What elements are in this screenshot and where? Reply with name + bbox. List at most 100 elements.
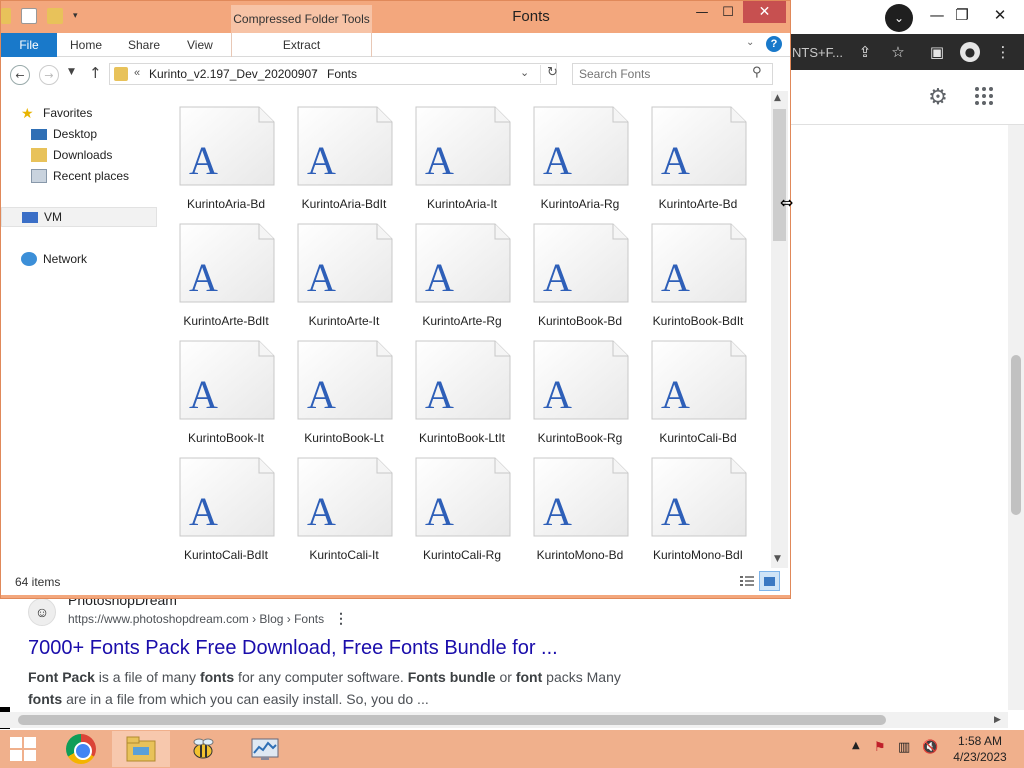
clock[interactable]: 1:58 AM 4/23/2023 bbox=[950, 733, 1010, 765]
result-title-link[interactable]: 7000+ Fonts Pack Free Download, Free Fon… bbox=[28, 637, 558, 660]
breadcrumb-overflow[interactable]: « bbox=[134, 67, 140, 79]
svg-text:A: A bbox=[189, 489, 218, 534]
page-horizontal-scrollbar[interactable]: ▶ bbox=[0, 712, 1008, 728]
large-icons-view-icon[interactable] bbox=[759, 571, 780, 591]
omnibox-text[interactable]: NTS+F... bbox=[792, 45, 843, 60]
file-item[interactable]: A KurintoBook-Lt bbox=[279, 325, 393, 445]
status-bar: 64 items bbox=[1, 568, 790, 595]
arrow-left-icon: ← bbox=[15, 68, 25, 82]
properties-icon[interactable] bbox=[21, 8, 37, 24]
google-header: ⚙ bbox=[790, 70, 1024, 125]
apps-grid-icon[interactable] bbox=[975, 87, 993, 105]
action-center-icon[interactable]: ⚑ bbox=[874, 740, 886, 755]
search-input[interactable] bbox=[579, 66, 747, 82]
file-item[interactable]: A KurintoArte-Bd bbox=[633, 91, 747, 211]
star-icon[interactable]: ☆ bbox=[888, 42, 908, 62]
back-button[interactable]: ← bbox=[10, 65, 30, 85]
forward-button[interactable]: → bbox=[39, 65, 59, 85]
tab-share[interactable]: Share bbox=[128, 33, 160, 57]
tab-view[interactable]: View bbox=[187, 33, 213, 57]
details-view-icon[interactable] bbox=[739, 573, 755, 589]
folder-icon bbox=[114, 67, 128, 81]
scroll-thumb[interactable] bbox=[18, 715, 886, 725]
search-icon[interactable]: ⚲ bbox=[752, 65, 762, 80]
up-button[interactable]: ↑ bbox=[89, 64, 102, 82]
address-bar[interactable]: « Kurinto_v2.197_Dev_20200907 › Fonts ⌄ … bbox=[109, 63, 558, 85]
page-vertical-scrollbar[interactable] bbox=[1008, 125, 1024, 710]
tab-extract[interactable]: Extract bbox=[231, 33, 372, 57]
share-icon[interactable]: ⇪ bbox=[855, 42, 875, 62]
file-item[interactable]: A KurintoArte-BdIt bbox=[161, 208, 275, 328]
network-tray-icon[interactable]: ▥ bbox=[898, 740, 910, 755]
file-item[interactable]: A KurintoMono-BdI bbox=[633, 442, 747, 562]
scroll-up-icon[interactable]: ▲ bbox=[774, 93, 781, 103]
breadcrumb-item-archive[interactable]: Kurinto_v2.197_Dev_20200907 bbox=[149, 67, 318, 81]
search-box[interactable]: ⚲ bbox=[572, 63, 773, 85]
vertical-scrollbar[interactable]: ▲ ▼ bbox=[771, 91, 788, 568]
minimize-button[interactable]: — bbox=[691, 1, 713, 23]
file-item[interactable]: A KurintoBook-LtIt bbox=[397, 325, 511, 445]
file-item[interactable]: A KurintoArte-Rg bbox=[397, 208, 511, 328]
breadcrumb-separator-icon[interactable]: › bbox=[313, 66, 317, 77]
snippet-text: is a file of many bbox=[94, 669, 200, 685]
svg-text:A: A bbox=[425, 489, 454, 534]
address-dropdown-icon[interactable]: ⌄ bbox=[520, 66, 529, 79]
menu-icon[interactable]: ⋮ bbox=[993, 42, 1013, 62]
file-item[interactable]: A KurintoCali-Bd bbox=[633, 325, 747, 445]
file-item[interactable]: A KurintoAria-BdIt bbox=[279, 91, 393, 211]
file-item[interactable]: A KurintoCali-It bbox=[279, 442, 393, 562]
explorer-titlebar[interactable]: ▾ Compressed Folder Tools Fonts — ☐ ✕ bbox=[1, 1, 792, 33]
chevron-down-icon[interactable]: ⌄ bbox=[746, 37, 754, 48]
taskbar-app-monitor[interactable] bbox=[236, 731, 294, 767]
file-item[interactable]: A KurintoAria-Bd bbox=[161, 91, 275, 211]
close-button[interactable]: ✕ bbox=[743, 1, 786, 23]
tab-file[interactable]: File bbox=[1, 33, 57, 57]
gear-icon[interactable]: ⚙ bbox=[925, 84, 951, 110]
new-folder-icon[interactable] bbox=[47, 8, 63, 24]
tray-overflow-icon[interactable]: ▲ bbox=[852, 740, 860, 751]
nav-item-vm[interactable]: VM bbox=[1, 207, 157, 227]
help-button[interactable]: ? bbox=[766, 36, 782, 52]
chrome-restore-button[interactable]: ❐ bbox=[942, 0, 982, 30]
nav-item-network[interactable]: Network bbox=[21, 249, 177, 269]
breadcrumb-item-fonts[interactable]: Fonts bbox=[327, 67, 357, 81]
file-item[interactable]: A KurintoArte-It bbox=[279, 208, 393, 328]
tab-home[interactable]: Home bbox=[70, 33, 102, 57]
file-item[interactable]: A KurintoMono-Bd bbox=[515, 442, 629, 562]
taskbar-chrome[interactable] bbox=[52, 731, 110, 767]
chrome-close-button[interactable]: ✕ bbox=[980, 0, 1020, 30]
volume-muted-icon[interactable]: 🔇 bbox=[922, 740, 938, 755]
result-url[interactable]: https://www.photoshopdream.com › Blog › … bbox=[68, 612, 324, 626]
scroll-right-icon[interactable]: ▶ bbox=[994, 714, 1001, 725]
font-file-icon: A bbox=[179, 457, 275, 537]
font-file-icon: A bbox=[179, 223, 275, 303]
customize-qat-icon[interactable]: ▾ bbox=[73, 11, 78, 21]
bee-icon bbox=[193, 738, 214, 759]
sidebar-icon[interactable]: ▣ bbox=[927, 42, 947, 62]
font-file-icon: A bbox=[651, 457, 747, 537]
file-item[interactable]: A KurintoAria-It bbox=[397, 91, 511, 211]
nav-item-favorites[interactable]: ★ Favorites bbox=[21, 103, 177, 123]
file-item[interactable]: A KurintoCali-BdIt bbox=[161, 442, 275, 562]
scroll-thumb[interactable] bbox=[1011, 355, 1021, 515]
folder-icon bbox=[1, 8, 11, 24]
file-item[interactable]: A KurintoCali-Rg bbox=[397, 442, 511, 562]
file-item[interactable]: A KurintoAria-Rg bbox=[515, 91, 629, 211]
more-options-icon[interactable]: ⋮ bbox=[334, 610, 348, 627]
scroll-thumb[interactable] bbox=[773, 109, 786, 241]
file-item[interactable]: A KurintoBook-It bbox=[161, 325, 275, 445]
svg-text:A: A bbox=[661, 138, 690, 183]
svg-text:A: A bbox=[661, 372, 690, 417]
maximize-button[interactable]: ☐ bbox=[717, 1, 739, 23]
scroll-down-icon[interactable]: ▼ bbox=[774, 554, 781, 564]
profile-icon[interactable]: ● bbox=[960, 42, 980, 62]
start-button[interactable] bbox=[10, 737, 38, 761]
taskbar-file-explorer[interactable] bbox=[112, 731, 170, 767]
taskbar-app-bee[interactable] bbox=[174, 731, 232, 767]
file-item[interactable]: A KurintoBook-Bd bbox=[515, 208, 629, 328]
tab-search-button[interactable]: ⌄ bbox=[885, 4, 913, 32]
file-item[interactable]: A KurintoBook-Rg bbox=[515, 325, 629, 445]
recent-locations-button[interactable]: ▼ bbox=[68, 67, 75, 77]
file-item[interactable]: A KurintoBook-BdIt bbox=[633, 208, 747, 328]
refresh-icon[interactable]: ↻ bbox=[540, 65, 558, 83]
